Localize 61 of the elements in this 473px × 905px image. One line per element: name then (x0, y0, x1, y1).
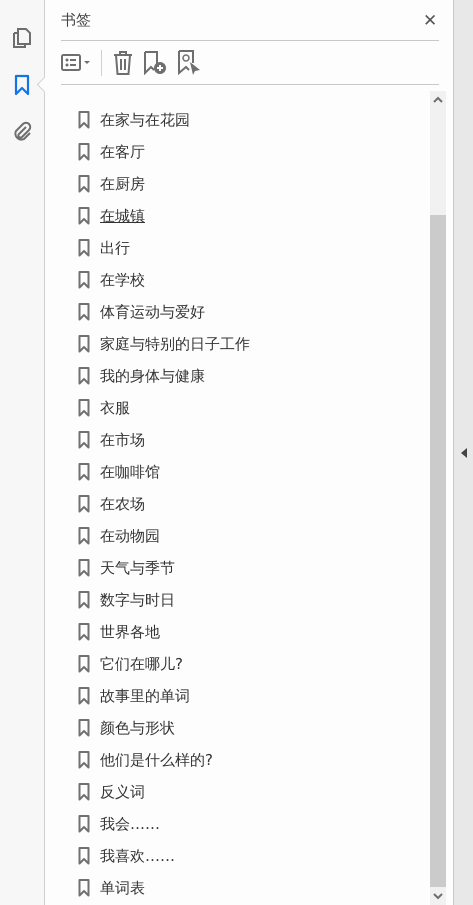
bookmark-icon (78, 783, 90, 801)
bookmark-icon (78, 591, 90, 609)
scroll-down-icon[interactable] (432, 891, 444, 901)
collapse-arrow-icon[interactable] (460, 448, 466, 458)
bookmark-item[interactable]: 在咖啡馆 (100, 462, 160, 482)
bookmark-icon (78, 527, 90, 545)
bookmark-icon (78, 655, 90, 673)
bookmark-item[interactable]: 世界各地 (100, 622, 160, 642)
bookmark-icon (78, 751, 90, 769)
bookmark-cursor-icon[interactable] (176, 50, 202, 76)
options-menu-button[interactable] (61, 52, 91, 72)
bookmark-icon (78, 463, 90, 481)
bookmark-icon (78, 495, 90, 513)
add-bookmark-icon[interactable] (142, 50, 168, 74)
bookmark-icon (78, 143, 90, 161)
bookmark-icon (78, 207, 90, 225)
bookmark-item[interactable]: 在农场 (100, 494, 145, 514)
bookmark-item[interactable]: 在家与在花园 (100, 110, 190, 130)
bookmark-item[interactable]: 衣服 (100, 398, 130, 418)
bookmark-item[interactable]: 在厨房 (100, 174, 145, 194)
bookmark-item[interactable]: 在市场 (100, 430, 145, 450)
bookmark-item[interactable]: 在客厅 (100, 142, 145, 162)
bookmark-icon (78, 335, 90, 353)
delete-icon[interactable] (112, 50, 134, 74)
bookmark-item[interactable]: 我的身体与健康 (100, 366, 205, 386)
bookmark-icon (78, 367, 90, 385)
bookmark-item[interactable]: 家庭与特别的日子工作 (100, 334, 250, 354)
bookmark-item[interactable]: 它们在哪儿? (100, 654, 183, 674)
bookmark-item[interactable]: 在学校 (100, 270, 145, 290)
bookmark-item[interactable]: 单词表 (100, 878, 145, 898)
bookmark-icon (78, 815, 90, 833)
bookmark-item[interactable]: 出行 (100, 238, 130, 258)
bookmark-item[interactable]: 体育运动与爱好 (100, 302, 205, 322)
bookmark-icon (78, 303, 90, 321)
close-button[interactable]: ✕ (421, 10, 439, 30)
bookmark-icon (78, 879, 90, 897)
bookmark-icon (78, 847, 90, 865)
panel-title: 书签 (61, 10, 91, 30)
bookmark-icon (78, 431, 90, 449)
bookmark-icon (78, 399, 90, 417)
scroll-up-icon[interactable] (432, 95, 444, 105)
bookmark-item[interactable]: 在城镇 (100, 206, 145, 226)
bookmark-icon (78, 239, 90, 257)
scrollbar[interactable] (430, 91, 446, 905)
bookmark-item[interactable]: 他们是什么样的? (100, 750, 213, 770)
bookmark-item[interactable]: 故事里的单词 (100, 686, 190, 706)
bookmark-icon (78, 719, 90, 737)
bookmark-icon (78, 175, 90, 193)
bookmark-item[interactable]: 我会…… (100, 814, 160, 834)
bookmark-icon (78, 623, 90, 641)
bookmark-item[interactable]: 反义词 (100, 782, 145, 802)
bookmark-item[interactable]: 数字与时日 (100, 590, 175, 610)
scroll-thumb[interactable] (430, 215, 446, 887)
bookmark-item[interactable]: 我喜欢…… (100, 846, 175, 866)
bookmark-item[interactable]: 颜色与形状 (100, 718, 175, 738)
bookmark-item[interactable]: 天气与季节 (100, 558, 175, 578)
bookmark-icon (78, 687, 90, 705)
bookmark-icon (78, 559, 90, 577)
bookmark-icon (78, 111, 90, 129)
bookmark-item[interactable]: 在动物园 (100, 526, 160, 546)
bookmark-icon (78, 271, 90, 289)
